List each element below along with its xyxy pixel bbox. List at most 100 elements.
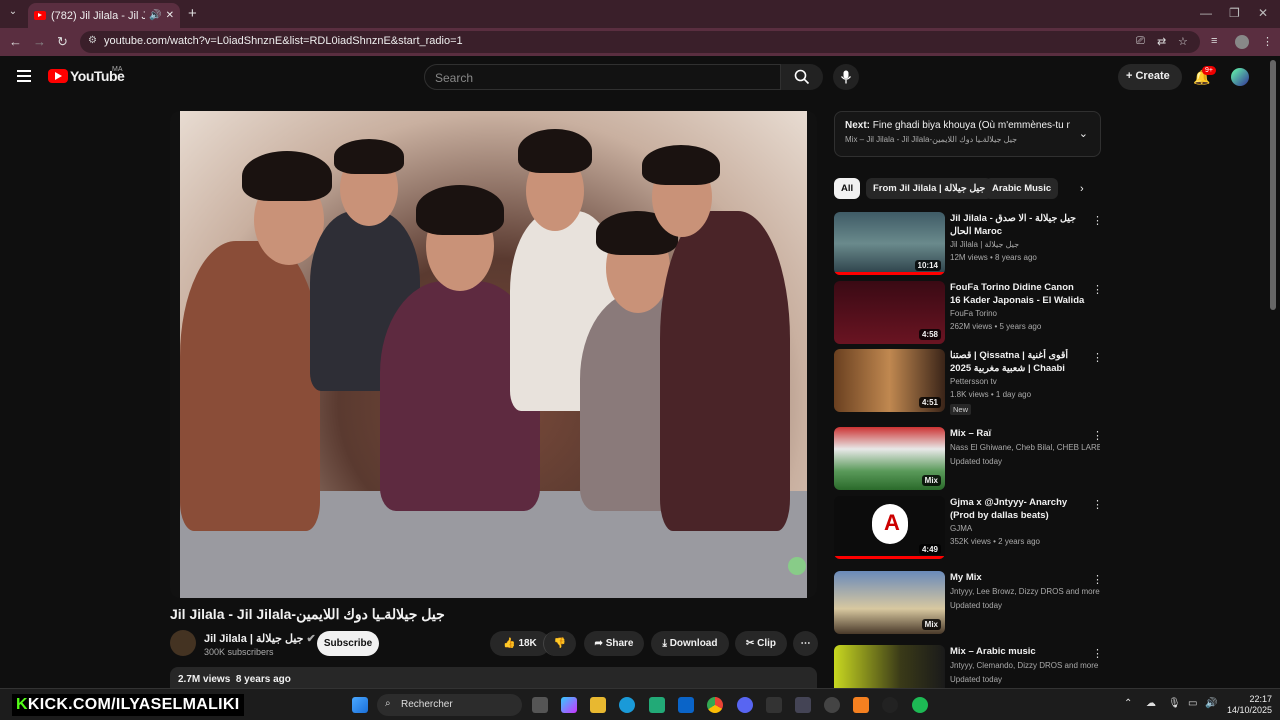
more-icon[interactable]: ⋮ (1092, 647, 1103, 660)
maximize-icon[interactable]: ❐ (1229, 6, 1240, 20)
minimize-icon[interactable]: — (1200, 6, 1212, 20)
media-control-icon[interactable]: ≡ (1211, 35, 1217, 47)
channel-avatar[interactable] (170, 630, 196, 656)
thumbs-up-icon: 👍 (503, 638, 519, 649)
chip-from-channel[interactable]: From Jil Jilala | جيل جيلالة (866, 178, 993, 199)
video-thumbnail[interactable] (834, 645, 945, 688)
more-icon[interactable]: ⋮ (1092, 573, 1103, 586)
channel-name[interactable]: Jil Jilala | جيل جيلالة ✔ (204, 632, 316, 645)
store-icon[interactable] (649, 697, 665, 713)
mic-tray-icon[interactable]: 🎙 (1168, 698, 1181, 709)
windows-start-icon[interactable] (352, 697, 368, 713)
outlook-icon[interactable] (678, 697, 694, 713)
translate-icon[interactable]: ⇄ (1157, 35, 1166, 48)
more-icon[interactable]: ⋮ (1092, 429, 1103, 442)
video-thumbnail[interactable]: Mix (834, 427, 945, 490)
profile-avatar[interactable] (1235, 35, 1249, 49)
duration-badge: 4:51 (918, 397, 941, 408)
tray-expand-icon[interactable]: ⌃ (1124, 698, 1132, 709)
onedrive-icon[interactable]: ☁ (1146, 698, 1156, 709)
chip-all[interactable]: All (834, 178, 861, 199)
video-thumbnail[interactable]: 4:51 (834, 349, 945, 412)
page-scrollbar[interactable] (1270, 60, 1276, 310)
site-info-icon[interactable]: ⚙ (88, 35, 97, 46)
list-item[interactable]: Mix – Arabic music Jntyyy, Clemando, Diz… (834, 645, 1104, 688)
app-icon[interactable] (882, 697, 898, 713)
speaker-icon[interactable]: 🔊 (149, 10, 161, 21)
download-icon: ⤓ (662, 638, 670, 649)
rec-channel: Jntyyy, Clemando, Dizzy DROS and more (950, 661, 1099, 670)
voice-search-button[interactable] (833, 64, 859, 90)
gaming-icon[interactable] (795, 697, 811, 713)
video-thumbnail[interactable]: A 4:49 (834, 496, 945, 559)
cast-icon[interactable]: ⎚ (1136, 35, 1145, 48)
volume-icon[interactable]: 🔊 (1205, 698, 1217, 709)
subscribe-button[interactable]: Subscribe (317, 631, 379, 656)
video-thumbnail[interactable]: 4:58 (834, 281, 945, 344)
obs-icon[interactable] (824, 697, 840, 713)
video-thumbnail[interactable]: Mix (834, 571, 945, 634)
rec-title: Gjma x @Jntyyy- Anarchy (Prod by dallas … (950, 497, 1068, 521)
more-actions-button[interactable]: ⋯ (793, 631, 818, 656)
hamburger-menu-icon[interactable] (17, 70, 31, 82)
system-clock[interactable]: 22:17 14/10/2025 (1226, 694, 1272, 716)
dislike-button[interactable]: 👎 (543, 631, 576, 656)
list-item[interactable]: Mix Mix – Raï Nass El Ghiwane, Cheb Bila… (834, 427, 1104, 493)
close-tab-icon[interactable]: ✕ (166, 10, 174, 21)
video-thumbnail[interactable]: 10:14 (834, 212, 945, 275)
chevron-right-icon[interactable]: › (1080, 183, 1084, 195)
new-tab-button[interactable]: + (188, 5, 197, 22)
forward-icon[interactable]: → (33, 34, 46, 49)
share-button[interactable]: ➦ Share (584, 631, 644, 656)
menu-kebab-icon[interactable]: ⋮ (1262, 35, 1273, 48)
list-item[interactable]: Mix My Mix Jntyyy, Lee Browz, Dizzy DROS… (834, 571, 1104, 637)
playlist-next-box[interactable]: Next: Fine ghadi biya khouya (Où m'emmèn… (834, 111, 1101, 157)
clip-button[interactable]: ✂ Clip (735, 631, 787, 656)
file-explorer-icon[interactable] (590, 697, 606, 713)
account-avatar[interactable] (1231, 68, 1249, 86)
back-icon[interactable]: ← (9, 34, 22, 49)
tab-search-button[interactable]: ⌄ (5, 6, 21, 22)
chip-arabic-music[interactable]: Arabic Music (985, 178, 1059, 199)
more-icon[interactable]: ⋮ (1092, 283, 1103, 296)
youtube-logo[interactable]: YouTube MA (48, 66, 125, 84)
download-button[interactable]: ⤓ Download (651, 631, 729, 656)
reload-icon[interactable]: ↻ (57, 34, 68, 50)
search-button[interactable] (781, 64, 823, 90)
task-view-icon[interactable] (532, 697, 548, 713)
create-button[interactable]: + Create (1118, 64, 1182, 90)
verified-icon: ✔ (306, 633, 316, 645)
list-item[interactable]: 4:51 قصتنا | Qissatna | أقوى أغنية شعبية… (834, 349, 1104, 415)
list-item[interactable]: 10:14 Jil Jilala - جيل جيلالة - الا صدق … (834, 212, 1104, 278)
network-icon[interactable]: ▭ (1188, 698, 1197, 709)
discord-icon[interactable] (737, 697, 753, 713)
more-icon[interactable]: ⋮ (1092, 351, 1103, 364)
list-item[interactable]: A 4:49 Gjma x @Jntyyy- Anarchy (Prod by … (834, 496, 1104, 562)
more-icon[interactable]: ⋮ (1092, 498, 1103, 511)
rec-channel: GJMA (950, 524, 973, 533)
photos-icon[interactable] (766, 697, 782, 713)
like-button[interactable]: 👍 18K (490, 631, 550, 656)
youtube-play-icon (48, 69, 68, 83)
chevron-down-icon[interactable]: ⌄ (1079, 127, 1088, 140)
bookmark-star-icon[interactable]: ☆ (1178, 35, 1188, 48)
youtube-header: YouTube MA Search + Create 🔔 9+ (0, 56, 1268, 98)
edge-icon[interactable] (619, 697, 635, 713)
channel-watermark-icon (788, 557, 806, 575)
video-player[interactable] (170, 111, 817, 598)
more-icon: ⋯ (800, 638, 811, 649)
search-input[interactable]: Search (424, 64, 781, 90)
url-field[interactable]: ⚙ youtube.com/watch?v=L0iadShnznE&list=R… (80, 31, 1200, 53)
copilot-icon[interactable] (561, 697, 577, 713)
tab-title: (782) Jil Jilala - Jil Jilala-جيل (51, 10, 146, 22)
rec-channel: Pettersson tv (950, 377, 997, 386)
taskbar-search[interactable]: ⌕ Rechercher (377, 694, 522, 716)
spotify-icon[interactable] (912, 697, 928, 713)
close-window-icon[interactable]: ✕ (1258, 6, 1268, 20)
rec-channel: Nass El Ghiwane, Cheb Bilal, CHEB LARB..… (950, 443, 1100, 452)
adobe-icon[interactable] (853, 697, 869, 713)
list-item[interactable]: 4:58 FouFa Torino Didine Canon 16 Kader … (834, 281, 1104, 347)
chrome-icon[interactable] (707, 697, 723, 713)
browser-tab[interactable]: (782) Jil Jilala - Jil Jilala-جيل 🔊 ✕ (28, 3, 180, 28)
more-icon[interactable]: ⋮ (1092, 214, 1103, 227)
